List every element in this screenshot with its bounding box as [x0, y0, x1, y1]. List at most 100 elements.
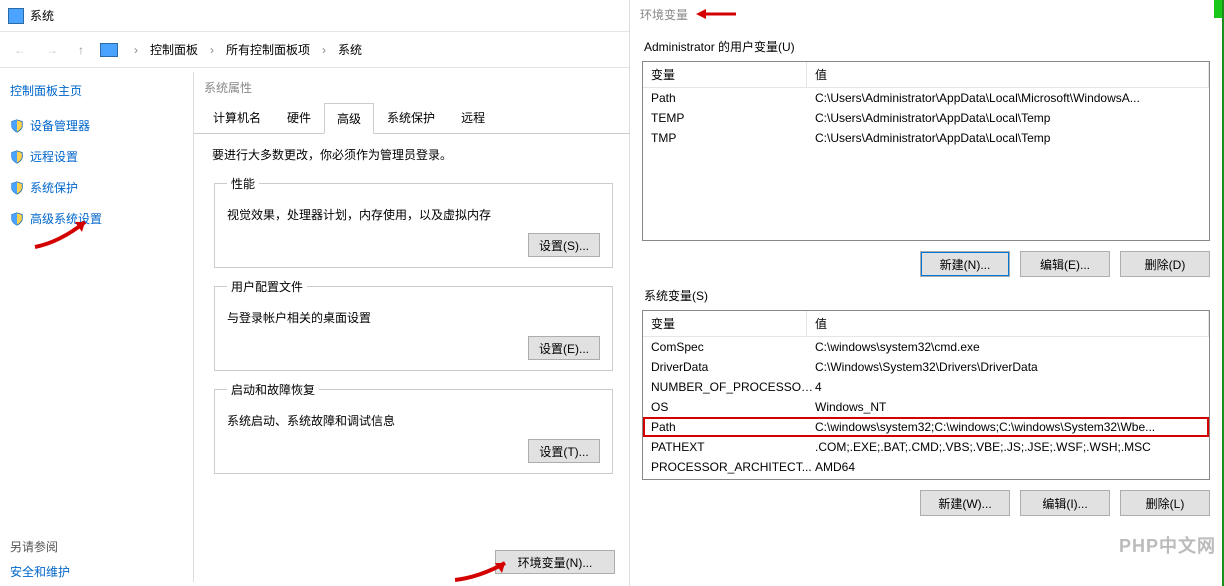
tabstrip: 计算机名 硬件 高级 系统保护 远程 [194, 102, 633, 134]
system-properties-dialog: 系统属性 计算机名 硬件 高级 系统保护 远程 要进行大多数更改，你必须作为管理… [193, 72, 633, 582]
var-name: PATHEXT [651, 440, 815, 454]
dialog-body: 要进行大多数更改，你必须作为管理员登录。 性能 视觉效果，处理器计划，内存使用，… [194, 134, 633, 496]
tab-protection[interactable]: 系统保护 [374, 102, 448, 133]
startup-settings-button[interactable]: 设置(T)... [528, 439, 600, 463]
system-variables-group: 系统变量(S) 变量 值 ComSpecC:\windows\system32\… [642, 287, 1210, 480]
system-icon [8, 8, 24, 24]
chevron-right-icon: › [322, 43, 326, 57]
system-variables-label: 系统变量(S) [644, 287, 1208, 304]
performance-desc: 视觉效果，处理器计划，内存使用，以及虚拟内存 [227, 206, 600, 223]
performance-settings-button[interactable]: 设置(S)... [528, 233, 600, 257]
annotation-arrow-icon [696, 7, 736, 21]
var-value: C:\Users\Administrator\AppData\Local\Tem… [815, 131, 1201, 145]
annotation-arrow-icon [30, 212, 100, 252]
titlebar: 系统 [0, 0, 629, 32]
shield-icon [10, 150, 24, 164]
list-row[interactable]: PATHEXT.COM;.EXE;.BAT;.CMD;.VBS;.VBE;.JS… [643, 437, 1209, 457]
list-row[interactable]: TEMPC:\Users\Administrator\AppData\Local… [643, 108, 1209, 128]
var-name: TEMP [651, 111, 815, 125]
var-name: TMP [651, 131, 815, 145]
var-value: C:\windows\system32\cmd.exe [815, 340, 1201, 354]
admin-note: 要进行大多数更改，你必须作为管理员登录。 [212, 146, 615, 163]
var-value: C:\Windows\System32\Drivers\DriverData [815, 360, 1201, 374]
startup-legend: 启动和故障恢复 [227, 381, 319, 398]
new-sys-var-button[interactable]: 新建(W)... [920, 490, 1010, 516]
breadcrumb-item[interactable]: 系统 [338, 41, 362, 58]
nav-forward-button[interactable]: → [42, 41, 62, 59]
list-header: 变量 值 [643, 311, 1209, 337]
user-profile-settings-button[interactable]: 设置(E)... [528, 336, 600, 360]
list-row[interactable]: ComSpecC:\windows\system32\cmd.exe [643, 337, 1209, 357]
delete-user-var-button[interactable]: 删除(D) [1120, 251, 1210, 277]
sidenav-item-remote-settings[interactable]: 远程设置 [10, 148, 170, 165]
tab-computer-name[interactable]: 计算机名 [200, 102, 274, 133]
list-header: 变量 值 [643, 62, 1209, 88]
var-name: Path [651, 420, 815, 434]
shield-icon [10, 119, 24, 133]
var-name: ComSpec [651, 340, 815, 354]
header-value[interactable]: 值 [807, 311, 1209, 336]
var-name: DriverData [651, 360, 815, 374]
user-variables-list[interactable]: 变量 值 PathC:\Users\Administrator\AppData\… [642, 61, 1210, 241]
var-value: C:\Users\Administrator\AppData\Local\Tem… [815, 111, 1201, 125]
breadcrumb-item[interactable]: 所有控制面板项 [226, 41, 310, 58]
tab-remote[interactable]: 远程 [448, 102, 498, 133]
chevron-right-icon: › [210, 43, 214, 57]
sidenav-item-label: 远程设置 [30, 148, 78, 165]
sidenav-item-label: 系统保护 [30, 179, 78, 196]
nav-up-button[interactable]: ↑ [74, 41, 88, 59]
annotation-arrow-icon [450, 555, 520, 585]
sidenav-item-system-protection[interactable]: 系统保护 [10, 179, 170, 196]
var-value: 4 [815, 380, 1201, 394]
chevron-right-icon: › [134, 43, 138, 57]
scroll-indicator [1214, 0, 1222, 18]
breadcrumb-icon [100, 43, 118, 57]
env-dialog-title: 环境变量 [630, 0, 1222, 28]
var-value: C:\Users\Administrator\AppData\Local\Mic… [815, 91, 1201, 105]
dialog-title: 系统属性 [194, 72, 633, 102]
see-also-link[interactable]: 安全和维护 [10, 563, 70, 580]
performance-group: 性能 视觉效果，处理器计划，内存使用，以及虚拟内存 设置(S)... [214, 175, 613, 268]
see-also-label: 另请参阅 [10, 538, 70, 555]
list-row-path[interactable]: PathC:\windows\system32;C:\windows;C:\wi… [643, 417, 1209, 437]
sidenav-item-label: 设备管理器 [30, 117, 90, 134]
header-variable[interactable]: 变量 [643, 62, 807, 87]
user-buttons: 新建(N)... 编辑(E)... 删除(D) [642, 251, 1210, 277]
user-profile-group: 用户配置文件 与登录帐户相关的桌面设置 设置(E)... [214, 278, 613, 371]
list-row[interactable]: PROCESSOR_ARCHITECT...AMD64 [643, 457, 1209, 477]
delete-sys-var-button[interactable]: 删除(L) [1120, 490, 1210, 516]
var-name: NUMBER_OF_PROCESSORS [651, 380, 815, 394]
system-variables-list[interactable]: 变量 值 ComSpecC:\windows\system32\cmd.exe … [642, 310, 1210, 480]
tab-advanced[interactable]: 高级 [324, 103, 374, 134]
navbar: ← → ↑ › 控制面板 › 所有控制面板项 › 系统 [0, 32, 629, 68]
tab-hardware[interactable]: 硬件 [274, 102, 324, 133]
user-variables-label: Administrator 的用户变量(U) [644, 38, 1208, 55]
list-row[interactable]: DriverDataC:\Windows\System32\Drivers\Dr… [643, 357, 1209, 377]
sidenav-item-device-manager[interactable]: 设备管理器 [10, 117, 170, 134]
control-panel-home-link[interactable]: 控制面板主页 [10, 82, 170, 99]
performance-legend: 性能 [227, 175, 259, 192]
environment-variables-dialog: 环境变量 Administrator 的用户变量(U) 变量 值 PathC:\… [630, 0, 1224, 586]
new-user-var-button[interactable]: 新建(N)... [920, 251, 1010, 277]
edit-sys-var-button[interactable]: 编辑(I)... [1020, 490, 1110, 516]
startup-desc: 系统启动、系统故障和调试信息 [227, 412, 600, 429]
var-name: PROCESSOR_ARCHITECT... [651, 460, 815, 474]
list-row[interactable]: TMPC:\Users\Administrator\AppData\Local\… [643, 128, 1209, 148]
edit-user-var-button[interactable]: 编辑(E)... [1020, 251, 1110, 277]
var-value: Windows_NT [815, 400, 1201, 414]
list-row[interactable]: NUMBER_OF_PROCESSORS4 [643, 377, 1209, 397]
nav-back-button[interactable]: ← [10, 41, 30, 59]
list-row[interactable]: OSWindows_NT [643, 397, 1209, 417]
system-buttons: 新建(W)... 编辑(I)... 删除(L) [642, 490, 1210, 516]
var-value: C:\windows\system32;C:\windows;C:\window… [815, 420, 1201, 434]
var-value: AMD64 [815, 460, 1201, 474]
header-value[interactable]: 值 [807, 62, 1209, 87]
header-variable[interactable]: 变量 [643, 311, 807, 336]
list-row[interactable]: PathC:\Users\Administrator\AppData\Local… [643, 88, 1209, 108]
sidenav-footer: 另请参阅 安全和维护 [10, 538, 70, 580]
shield-icon [10, 212, 24, 226]
sidenav: 控制面板主页 设备管理器 远程设置 系统保护 高级系统设置 另请参阅 安全和维护 [0, 68, 180, 586]
breadcrumb-item[interactable]: 控制面板 [150, 41, 198, 58]
var-name: OS [651, 400, 815, 414]
var-name: Path [651, 91, 815, 105]
